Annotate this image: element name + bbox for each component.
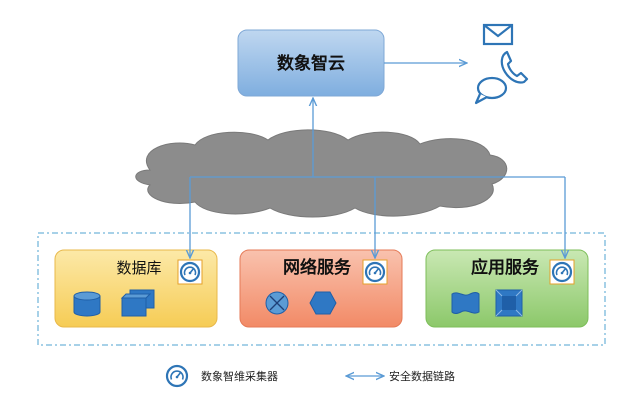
phone-icon <box>500 50 529 84</box>
x-circle-icon <box>265 291 289 315</box>
group-label: 网络服务 <box>283 257 352 278</box>
group-application-service: 应用服务 <box>425 249 589 328</box>
group-label: 数据库 <box>116 259 161 277</box>
collector-icon <box>176 258 204 286</box>
legend-collector-label: 数象智维采集器 <box>201 369 278 383</box>
network-cloud <box>135 129 508 218</box>
architecture-diagram: 数象智云 数据库 网络服务 应用服务 数象智维采集器 安全数据链路 <box>37 23 606 388</box>
collector-icon <box>548 258 576 286</box>
legend: 数象智维采集器 安全数据链路 <box>165 364 455 388</box>
collector-icon <box>361 258 389 286</box>
group-network-service: 网络服务 <box>239 249 403 328</box>
hexagon-icon <box>309 291 337 315</box>
mail-icon <box>482 23 514 46</box>
cloud-service-label: 数象智云 <box>277 53 345 74</box>
database-cylinder-icon <box>73 291 101 317</box>
chat-bubble-icon <box>474 76 508 105</box>
wave-flag-icon <box>451 292 480 314</box>
group-database: 数据库 <box>54 249 218 328</box>
bevel-square-icon <box>495 289 523 317</box>
legend-link-label: 安全数据链路 <box>389 369 455 383</box>
legend-collector-icon <box>165 364 189 388</box>
cloud-service-box: 数象智云 <box>237 29 385 97</box>
group-label: 应用服务 <box>471 257 540 278</box>
